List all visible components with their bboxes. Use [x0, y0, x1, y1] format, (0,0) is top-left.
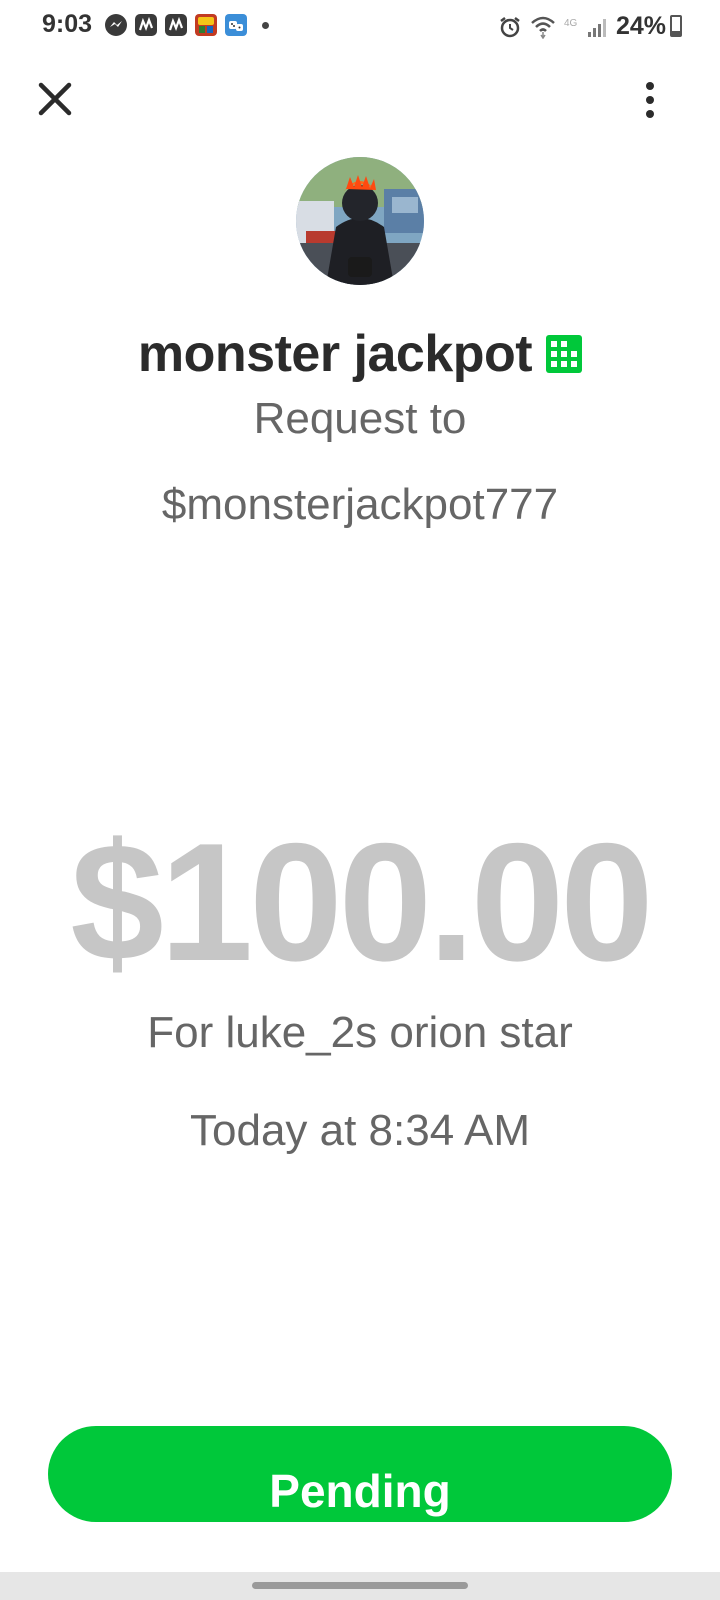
system-status: 4G 24%: [498, 12, 682, 41]
home-gesture-pill[interactable]: [252, 1582, 468, 1589]
dice-game-icon: [225, 14, 247, 36]
battery-level-fill: [672, 30, 680, 35]
status-bar: 9:03 4G 24%: [0, 0, 720, 52]
wifi-icon: [531, 16, 555, 39]
signal-icon: 4G: [564, 18, 606, 37]
app-n-icon: [135, 14, 157, 36]
game-icon: [195, 14, 217, 36]
close-button[interactable]: [34, 78, 76, 120]
profile-name-row: monster jackpot: [0, 324, 720, 384]
payment-request-screen: 9:03 4G 24% monster jackpot Request to $…: [0, 0, 720, 1600]
pending-label: Pending: [269, 1465, 451, 1517]
pending-status-button[interactable]: Pending: [48, 1426, 672, 1522]
profile-name: monster jackpot: [137, 325, 533, 383]
business-building-icon: [546, 335, 583, 373]
avatar-photo: [296, 157, 424, 285]
cashtag: $monsterjackpot777: [161, 480, 559, 529]
battery-percent: 24%: [615, 12, 666, 40]
more-notifications-dot: [262, 21, 269, 29]
system-nav-bar: [0, 1572, 720, 1600]
messenger-icon: [105, 14, 127, 36]
timestamp: Today at 8:34 AM: [190, 1106, 530, 1155]
close-icon: [38, 82, 72, 116]
more-vertical-icon: [646, 82, 654, 118]
avatar: [296, 157, 424, 285]
notification-icons: [104, 13, 269, 37]
alarm-icon: [500, 16, 520, 37]
battery-icon: [670, 15, 682, 37]
request-subtitle: Request to: [253, 394, 467, 443]
more-options-button[interactable]: [634, 80, 666, 120]
amount: $100.00: [70, 808, 653, 996]
app-n-icon: [165, 14, 187, 36]
status-time: 9:03: [42, 10, 93, 38]
network-type-label: 4G: [564, 18, 578, 29]
payment-note: For luke_2s orion star: [147, 1008, 573, 1057]
